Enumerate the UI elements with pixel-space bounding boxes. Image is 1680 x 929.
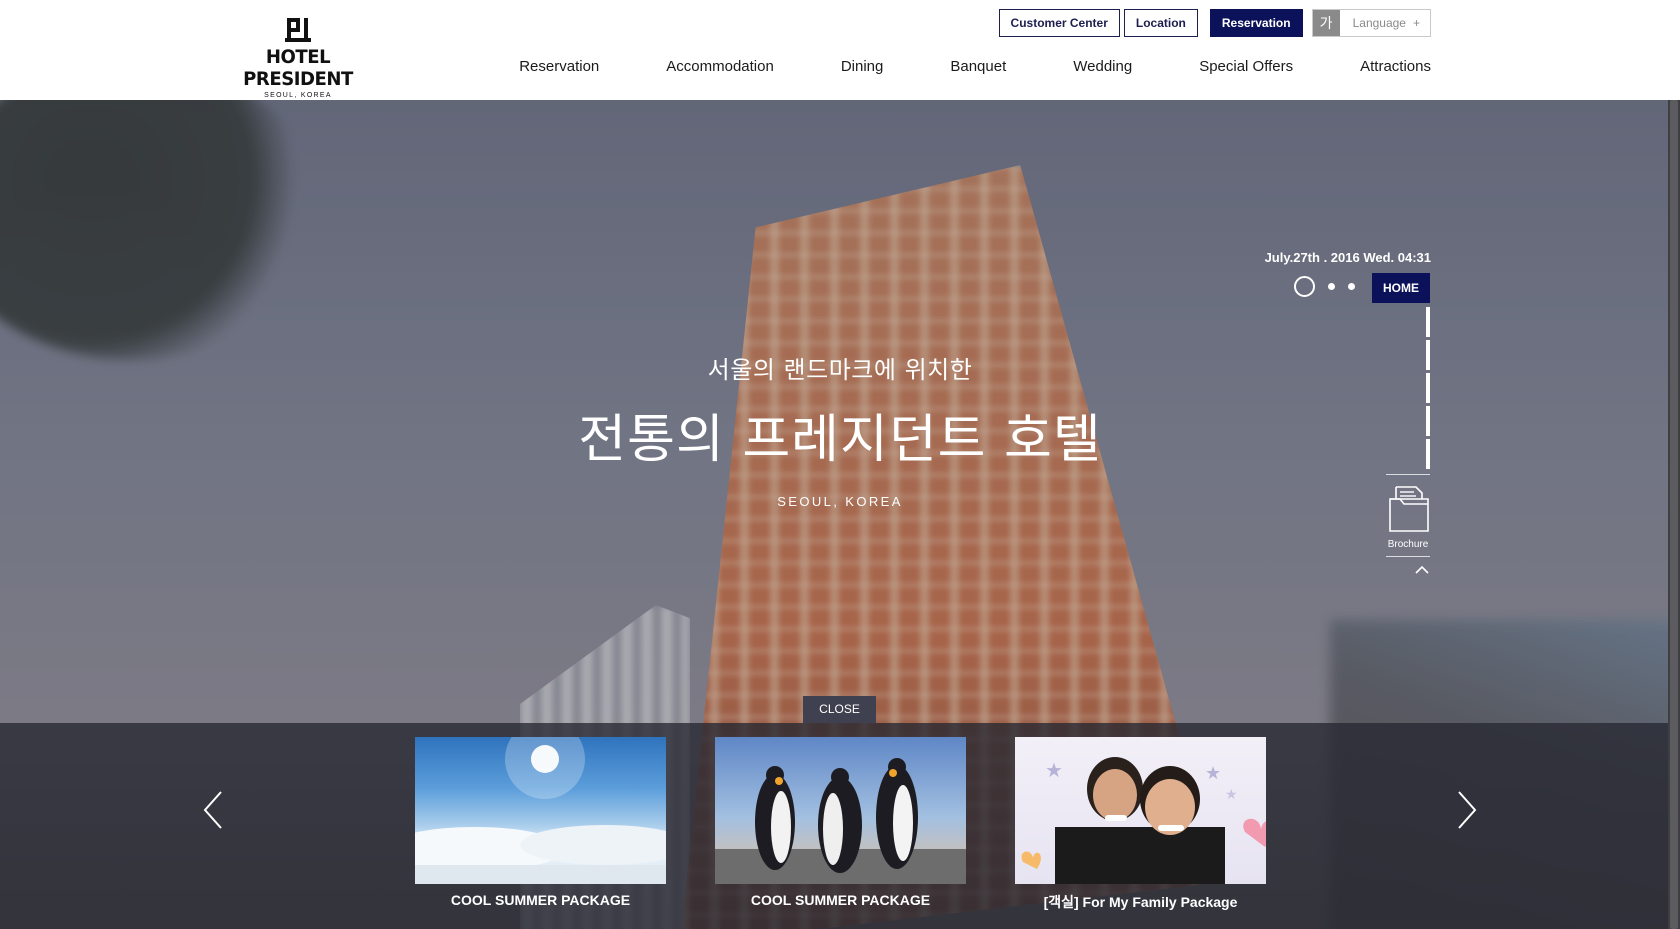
divider bbox=[1386, 556, 1430, 557]
package-drawer: COOL SUMMER PACKAGE COOL SUMMER PACKAGE … bbox=[0, 723, 1680, 929]
quick-menu-bars bbox=[1426, 307, 1430, 472]
family-couple-photo: ★ ★ ★ bbox=[1015, 737, 1266, 884]
quick-menu-item[interactable] bbox=[1426, 307, 1430, 337]
package-label: COOL SUMMER PACKAGE bbox=[450, 892, 631, 908]
slide-dot-3[interactable] bbox=[1348, 283, 1355, 290]
package-card-3[interactable]: ★ ★ ★ [객실] For My Family Package bbox=[1015, 737, 1266, 912]
slide-dot-2[interactable] bbox=[1328, 283, 1335, 290]
logo-tagline: SEOUL, KOREA bbox=[264, 92, 332, 99]
package-card-1[interactable]: COOL SUMMER PACKAGE bbox=[415, 737, 666, 908]
quick-menu-item[interactable] bbox=[1426, 373, 1430, 403]
nav-item-dining[interactable]: Dining bbox=[841, 58, 884, 75]
plus-icon: + bbox=[1412, 16, 1420, 30]
nav-item-attractions[interactable]: Attractions bbox=[1360, 58, 1431, 75]
package-card-2[interactable]: COOL SUMMER PACKAGE bbox=[715, 737, 966, 908]
logo-monogram-icon bbox=[285, 18, 311, 42]
nav-item-reservation[interactable]: Reservation bbox=[519, 58, 599, 75]
quick-menu-item[interactable] bbox=[1426, 439, 1430, 469]
sunny-sky-photo bbox=[415, 737, 666, 884]
quick-menu-item[interactable] bbox=[1426, 406, 1430, 436]
scrollbar-thumb[interactable] bbox=[1670, 100, 1678, 929]
utility-bar: Customer Center Location Reservation 가 L… bbox=[998, 9, 1431, 37]
slide-dot-1[interactable] bbox=[1294, 276, 1315, 297]
slide-pagination bbox=[1294, 276, 1355, 297]
nav-item-banquet[interactable]: Banquet bbox=[950, 58, 1006, 75]
language-text: Language bbox=[1352, 16, 1406, 30]
package-label: [객실] For My Family Package bbox=[1043, 894, 1238, 910]
chevron-up-icon[interactable] bbox=[1414, 563, 1430, 575]
penguins-photo bbox=[715, 737, 966, 884]
language-label: Language + bbox=[1340, 10, 1430, 36]
chevron-right-icon[interactable] bbox=[1455, 788, 1479, 832]
customer-center-button[interactable]: Customer Center bbox=[998, 9, 1120, 37]
brochure-button[interactable]: Brochure bbox=[1385, 485, 1431, 550]
chevron-left-icon[interactable] bbox=[201, 788, 225, 832]
page-scrollbar[interactable] bbox=[1668, 100, 1680, 929]
location-button[interactable]: Location bbox=[1123, 9, 1198, 37]
folder-icon bbox=[1389, 486, 1429, 532]
nav-item-special-offers[interactable]: Special Offers bbox=[1199, 58, 1293, 75]
svg-text:★: ★ bbox=[1225, 787, 1238, 803]
svg-text:★: ★ bbox=[1045, 758, 1063, 782]
divider bbox=[1386, 474, 1430, 475]
language-selector[interactable]: 가 Language + bbox=[1311, 9, 1431, 37]
nav-item-accommodation[interactable]: Accommodation bbox=[666, 58, 774, 75]
close-drawer-button[interactable]: CLOSE bbox=[803, 696, 876, 723]
quick-menu-item[interactable] bbox=[1426, 340, 1430, 370]
logo-name: HOTEL PRESIDENT bbox=[243, 46, 353, 90]
brochure-label: Brochure bbox=[1387, 539, 1429, 550]
main-nav: Reservation Accommodation Dining Banquet… bbox=[452, 58, 1431, 75]
reservation-button[interactable]: Reservation bbox=[1209, 9, 1303, 37]
hero-slider: 서울의 랜드마크에 위치한 전통의 프레지던트 호텔 SEOUL, KOREA … bbox=[0, 100, 1680, 929]
language-badge: 가 bbox=[1312, 10, 1340, 36]
home-button[interactable]: HOME bbox=[1372, 273, 1430, 303]
site-header: HOTEL PRESIDENT SEOUL, KOREA Customer Ce… bbox=[0, 0, 1680, 100]
package-label: COOL SUMMER PACKAGE bbox=[750, 892, 931, 908]
nav-item-wedding[interactable]: Wedding bbox=[1073, 58, 1132, 75]
svg-text:★: ★ bbox=[1205, 763, 1221, 784]
current-datetime: July.27th . 2016 Wed. 04:31 bbox=[1264, 250, 1431, 265]
hotel-logo[interactable]: HOTEL PRESIDENT SEOUL, KOREA bbox=[230, 18, 366, 99]
